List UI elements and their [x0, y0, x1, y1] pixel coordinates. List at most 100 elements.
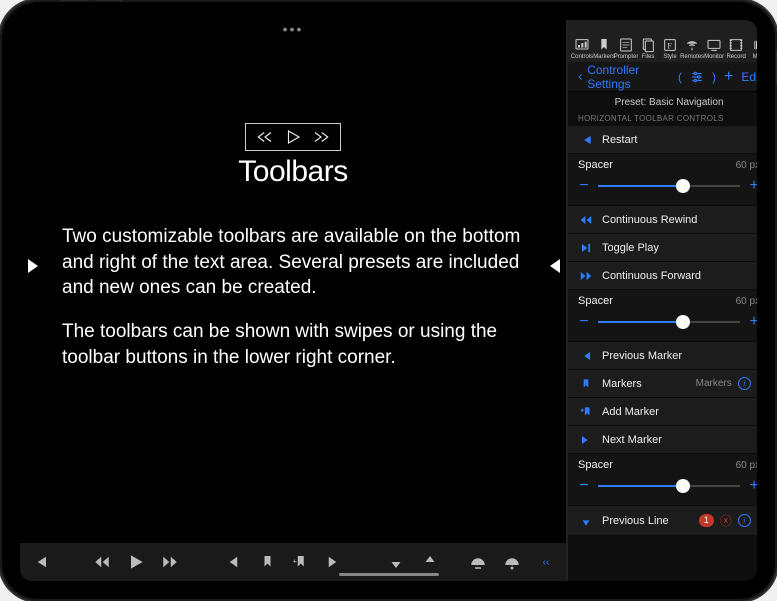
home-indicator[interactable]: [339, 573, 439, 576]
next-marker-button[interactable]: [324, 552, 344, 572]
settings-sliders-icon[interactable]: [690, 70, 704, 84]
thumb-text: A gesture remote can also be used to con…: [567, 423, 568, 482]
rewind-icon: [256, 128, 274, 146]
back-label: Controller Settings: [587, 63, 678, 91]
thumb-text: The layout created with the Controls fea…: [567, 482, 568, 580]
control-row-markers[interactable]: MarkersMarkersi›: [568, 370, 757, 398]
title-icon-group: [245, 123, 341, 151]
increase-button[interactable]: +: [748, 177, 757, 195]
restart-button[interactable]: [30, 552, 50, 572]
spacer-row[interactable]: Spacer 60 px − +: [568, 290, 757, 342]
add-button[interactable]: +: [724, 68, 733, 86]
decrease-button[interactable]: −: [578, 477, 590, 495]
prev-line-button[interactable]: [386, 552, 406, 572]
next-line-button[interactable]: [420, 552, 440, 572]
top-tool-remotes[interactable]: Remotes: [682, 36, 702, 61]
markers-button[interactable]: [256, 552, 276, 572]
control-row-next-marker[interactable]: Next Marker: [568, 426, 757, 454]
spacer-slider[interactable]: [598, 178, 740, 194]
info-icon[interactable]: i: [738, 377, 751, 390]
top-tool-more[interactable]: M…: [748, 36, 757, 61]
prev-line-icon: [578, 514, 594, 528]
settings-list[interactable]: Restart Spacer 60 px − + Continuous Rewind Tog…: [568, 126, 757, 581]
top-tool-style[interactable]: F Style: [660, 36, 680, 61]
panel-header: Controller Settings ( ) + Edit: [568, 62, 757, 92]
remove-icon[interactable]: ⓧ: [720, 512, 732, 529]
thumb-text: Numerous presets are included to cover a…: [567, 256, 568, 424]
play-icon: [284, 128, 302, 146]
decrease-button[interactable]: −: [578, 313, 590, 331]
prev-marker-button[interactable]: [222, 552, 242, 572]
app-screen: ••• Toolbars Two customizable toolbars a…: [20, 20, 757, 581]
increase-button[interactable]: +: [748, 313, 757, 331]
spacer-label: Spacer: [578, 295, 613, 307]
top-tool-controls[interactable]: Controls: [572, 36, 592, 61]
paragraph-1: Two customizable toolbars are available …: [62, 224, 540, 301]
markers-icon: [578, 377, 594, 391]
spacer-value: 60 px: [736, 296, 757, 307]
row-label: Markers: [602, 378, 688, 390]
row-label: Previous Marker: [602, 350, 752, 362]
spacer-value: 60 px: [736, 460, 757, 471]
title-block: Toolbars: [38, 123, 548, 189]
top-tool-prompter[interactable]: Prompter: [616, 36, 636, 61]
spacer-slider[interactable]: [598, 478, 740, 494]
control-row-forward[interactable]: Continuous Forward: [568, 262, 757, 290]
row-label: Continuous Forward: [602, 270, 752, 282]
spacer-row[interactable]: Spacer60 px−+: [568, 454, 757, 506]
prompter-text-area[interactable]: Toolbars Two customizable toolbars are a…: [20, 38, 566, 543]
add-marker-button[interactable]: +: [290, 552, 310, 572]
edit-button[interactable]: Edit: [741, 70, 757, 84]
section-label: HORIZONTAL TOOLBAR CONTROLS: [568, 111, 757, 126]
speed-up-button[interactable]: [502, 552, 522, 572]
preset-label: Preset: Basic Navigation: [568, 92, 757, 111]
volume-up-button[interactable]: [60, 0, 88, 1]
body-text: Two customizable toolbars are available …: [38, 224, 548, 388]
next-marker-icon: [578, 433, 594, 447]
spacer-label: Spacer: [578, 159, 613, 171]
volume-down-button[interactable]: [95, 0, 123, 1]
control-row-rewind[interactable]: Continuous Rewind: [568, 206, 757, 234]
info-icon[interactable]: i: [738, 514, 751, 527]
thumbnail-strip[interactable]: Take Control There are several ways to t…: [566, 20, 568, 581]
spacer-row[interactable]: Spacer 60 px − +: [568, 154, 757, 206]
ipad-device-frame: ••• Toolbars Two customizable toolbars a…: [0, 0, 777, 601]
row-label: Next Marker: [602, 434, 752, 446]
toggle-play-icon: [578, 241, 594, 255]
paren-close-icon[interactable]: ): [712, 70, 716, 84]
top-tool-files[interactable]: Files: [638, 36, 658, 61]
bottom-toolbar: + ‹‹: [20, 543, 566, 581]
control-row-prev-marker[interactable]: Previous Marker: [568, 342, 757, 370]
toolbar-toggle-button[interactable]: ‹‹: [536, 552, 556, 572]
increase-button[interactable]: +: [748, 477, 757, 495]
top-tool-markers[interactable]: Markers: [594, 36, 614, 61]
rewind-icon: [578, 213, 594, 227]
row-label: Continuous Rewind: [602, 214, 752, 226]
thumb-text: There are several ways to take control o…: [567, 51, 568, 103]
play-button[interactable]: [126, 552, 146, 572]
spacer-slider[interactable]: [598, 314, 740, 330]
top-tool-record[interactable]: Record: [726, 36, 746, 61]
row-label: Toggle Play: [602, 242, 752, 254]
rewind-button[interactable]: [92, 552, 112, 572]
paragraph-2: The toolbars can be shown with swipes or…: [62, 319, 540, 370]
back-button[interactable]: Controller Settings: [576, 63, 678, 91]
control-row-add-marker[interactable]: Add Marker: [568, 398, 757, 426]
speed-down-button[interactable]: [468, 552, 488, 572]
spacer-value: 60 px: [736, 160, 757, 171]
control-row-prev-line[interactable]: Previous Line1ⓧi›: [568, 506, 757, 536]
top-tool-monitor[interactable]: Monitor: [704, 36, 724, 61]
decrease-button[interactable]: −: [578, 177, 590, 195]
count-badge: 1: [699, 514, 714, 527]
row-right-text: Markers: [696, 378, 732, 389]
main-prompter-area: ••• Toolbars Two customizable toolbars a…: [20, 20, 566, 581]
forward-button[interactable]: [160, 552, 180, 572]
restart-icon: [578, 133, 594, 147]
control-row-toggle-play[interactable]: Toggle Play: [568, 234, 757, 262]
settings-panel: Controls Markers Prompter Files F Style: [568, 20, 757, 581]
thumb-text: The Controls feature provides a customiz…: [567, 111, 568, 255]
forward-icon: [312, 128, 330, 146]
control-row-restart[interactable]: Restart: [568, 126, 757, 154]
drag-handle-icon[interactable]: •••: [20, 20, 566, 38]
paren-open-icon[interactable]: (: [678, 70, 682, 84]
